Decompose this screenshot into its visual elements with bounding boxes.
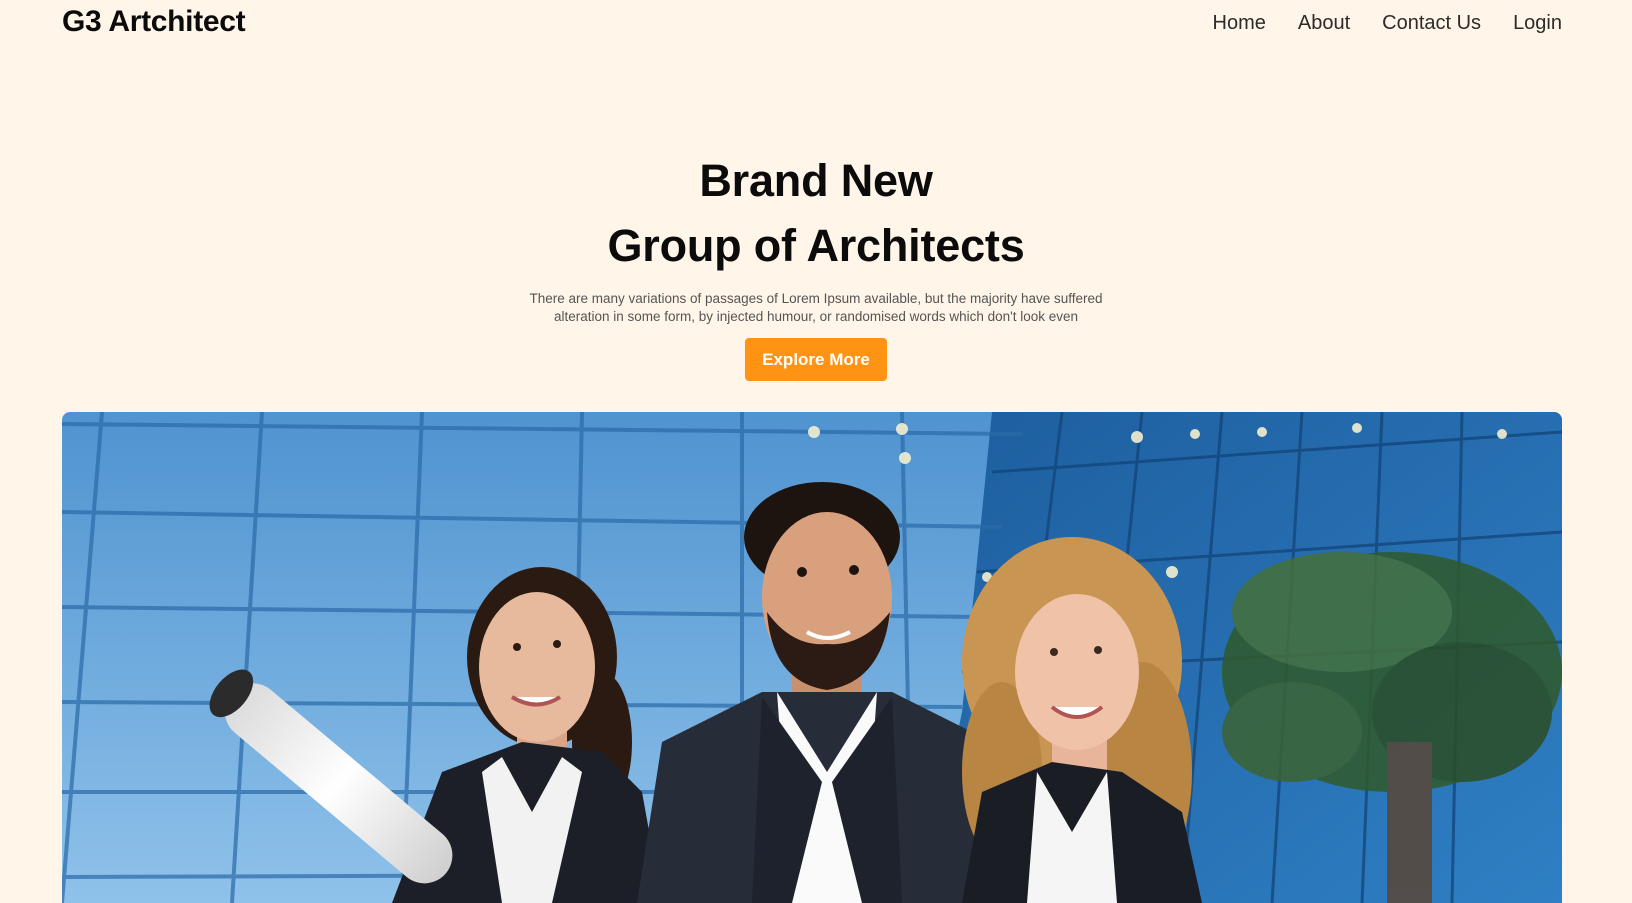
hero-subtitle: There are many variations of passages of…: [506, 290, 1126, 326]
nav-login-link[interactable]: Login: [1513, 8, 1562, 38]
top-navbar: G3 Artchitect Home About Contact Us Logi…: [0, 0, 1632, 48]
main-nav: Home About Contact Us Login: [1181, 8, 1563, 38]
hero-subtitle-line1: There are many variations of passages of…: [529, 291, 1103, 306]
architects-photo: [62, 412, 1562, 903]
explore-more-button[interactable]: Explore More: [745, 338, 887, 381]
hero-subtitle-line2: alteration in some form, by injected hum…: [553, 309, 1079, 324]
nav-about-link[interactable]: About: [1298, 8, 1350, 38]
hero-title-line2: Group of Architects: [607, 220, 1025, 271]
nav-contact-link[interactable]: Contact Us: [1382, 8, 1481, 38]
hero-section: Brand New Group of Architects There are …: [0, 148, 1632, 381]
hero-title-line1: Brand New: [699, 155, 933, 206]
hero-title: Brand New Group of Architects: [0, 148, 1632, 278]
nav-home-link[interactable]: Home: [1213, 8, 1266, 38]
brand-logo[interactable]: G3 Artchitect: [62, 2, 246, 42]
hero-image: [62, 412, 1562, 903]
